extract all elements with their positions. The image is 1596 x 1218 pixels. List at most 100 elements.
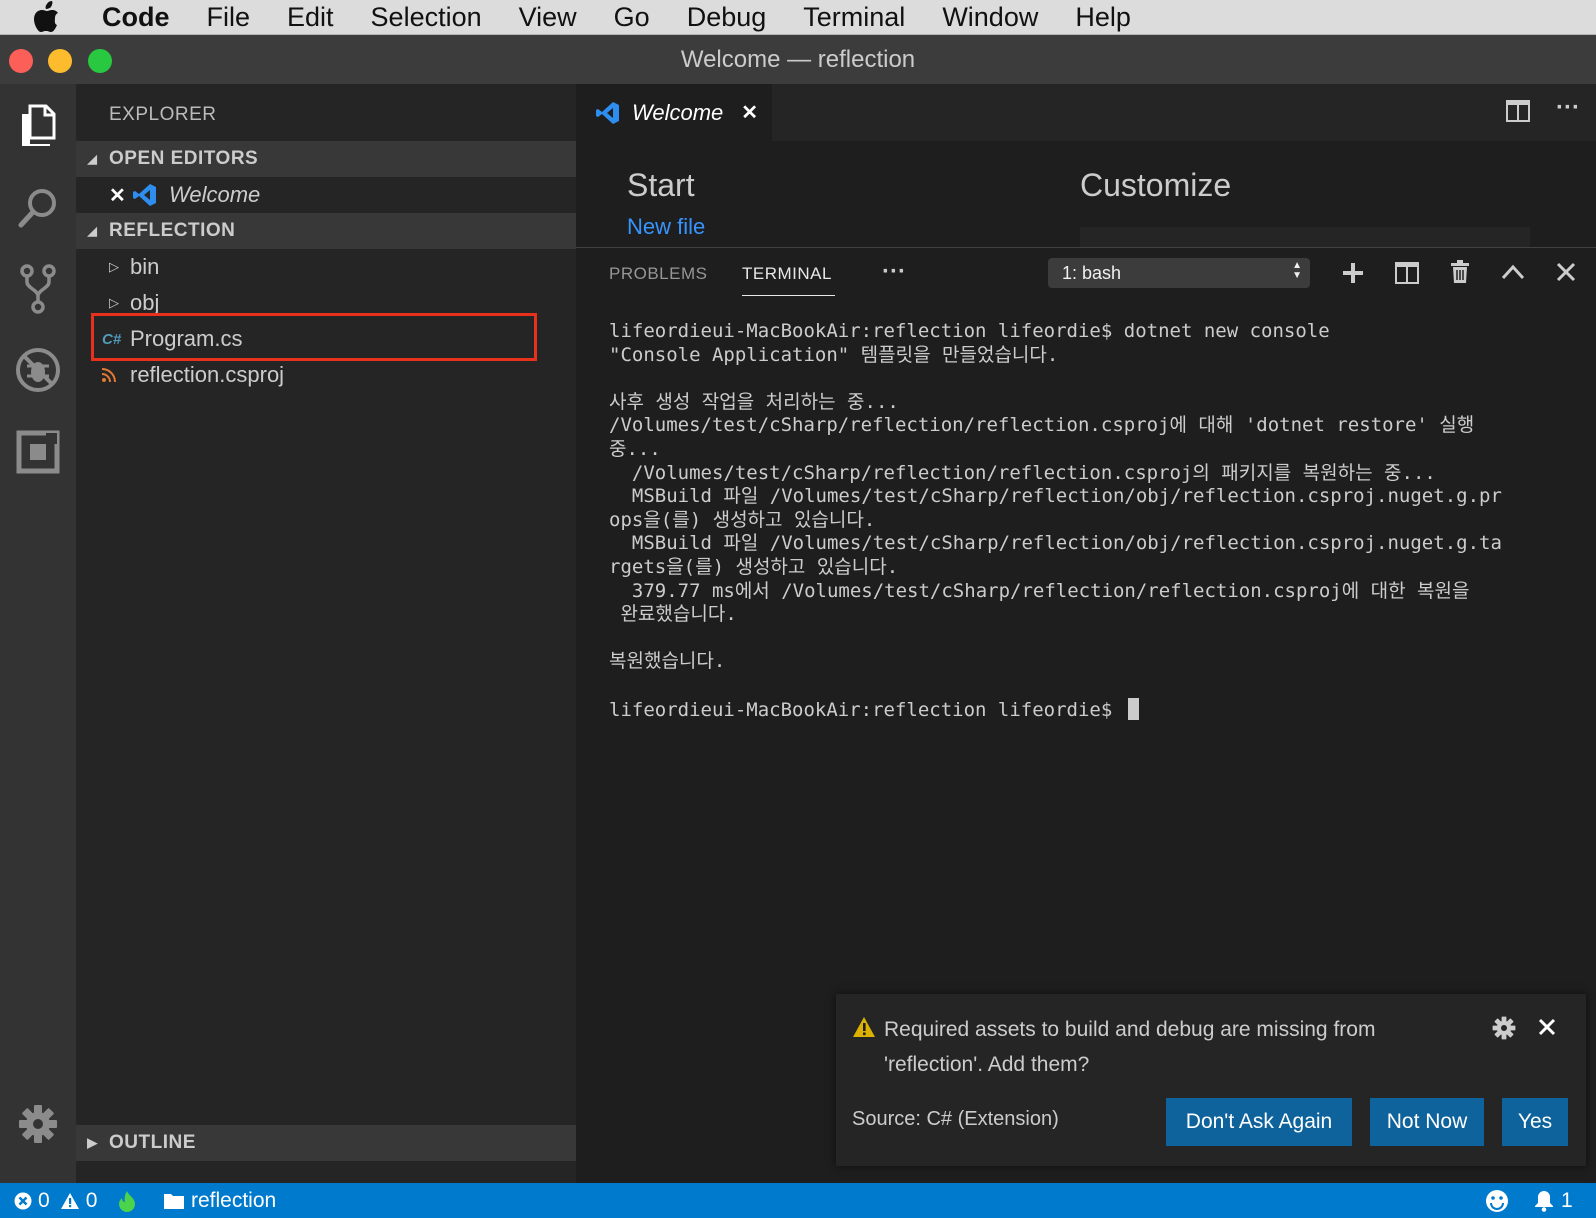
expanded-triangle-icon: ◢ (87, 152, 98, 166)
warning-count: 0 (85, 1188, 98, 1212)
vscode-logo-icon (596, 101, 620, 125)
close-window-button[interactable] (9, 49, 33, 73)
warning-icon (852, 1016, 876, 1038)
apple-icon[interactable] (32, 0, 62, 34)
feedback-smiley-icon[interactable] (1485, 1183, 1509, 1218)
bell-icon (1535, 1190, 1553, 1212)
warning-status-icon (60, 1192, 79, 1209)
menu-selection[interactable]: Selection (371, 2, 482, 33)
customize-card (1080, 227, 1530, 247)
settings-gear-icon[interactable] (10, 1096, 66, 1152)
reflection-folder-section-header[interactable]: ◢ REFLECTION (76, 213, 576, 249)
split-editor-icon[interactable] (1506, 100, 1530, 122)
source-control-icon[interactable] (10, 261, 66, 317)
search-icon[interactable] (10, 180, 66, 236)
notification-message-line1: Required assets to build and debug are m… (884, 1018, 1376, 1041)
folder-icon (164, 1193, 184, 1209)
terminal-line: MSBuild 파일 /Volumes/test/cSharp/reflecti… (609, 532, 1502, 555)
outline-label: OUTLINE (109, 1132, 196, 1153)
menu-debug[interactable]: Debug (687, 2, 767, 33)
minimize-window-button[interactable] (48, 49, 72, 73)
terminal-line: rgets을(를) 생성하고 있습니다. (609, 555, 899, 578)
terminal-select[interactable]: 1: bash ▲ ▼ (1048, 258, 1310, 288)
start-heading: Start (627, 167, 695, 203)
error-count: 0 (38, 1188, 50, 1212)
notification-close-icon[interactable] (1538, 1018, 1556, 1036)
terminal-line: "Console Application" 템플릿을 만들었습니다. (609, 343, 1059, 366)
tab-welcome[interactable]: Welcome ✕ (576, 84, 772, 141)
terminal-line: 사후 생성 작업을 처리하는 중... (609, 390, 899, 413)
error-icon (14, 1192, 32, 1209)
debug-icon[interactable] (10, 342, 66, 398)
customize-heading: Customize (1080, 167, 1232, 203)
menu-view[interactable]: View (519, 2, 577, 33)
tree-item-label: bin (130, 254, 160, 279)
new-file-link[interactable]: New file (627, 214, 705, 240)
active-tab-underline (742, 295, 835, 296)
explorer-icon[interactable] (10, 98, 66, 154)
new-terminal-icon[interactable] (1342, 262, 1364, 284)
window-title: Welcome — reflection (680, 45, 916, 73)
editor-tab-bar: Welcome ✕ ··· (576, 84, 1596, 141)
notification-message: Required assets to build and debug are m… (884, 1012, 1375, 1082)
close-panel-icon[interactable] (1556, 262, 1576, 282)
problems-status[interactable]: 0 0 (14, 1183, 97, 1218)
menu-terminal[interactable]: Terminal (803, 2, 905, 33)
expanded-triangle-icon: ◢ (87, 224, 98, 238)
yes-button[interactable]: Yes (1502, 1098, 1568, 1146)
open-editor-label: Welcome (169, 182, 261, 207)
terminal-line: 379.77 ms에서 /Volumes/test/cSharp/reflect… (609, 579, 1470, 602)
zoom-window-button[interactable] (88, 49, 112, 73)
tab-label: Welcome (632, 99, 724, 125)
status-bar: 0 0 reflection 1 (0, 1183, 1596, 1218)
tree-item-bin[interactable]: ▷ bin (76, 249, 576, 285)
collapsed-chevron-icon: ▷ (109, 259, 119, 274)
terminal-output[interactable]: lifeordieui-MacBookAir:reflection lifeor… (609, 320, 1569, 722)
menu-edit[interactable]: Edit (287, 2, 334, 33)
notifications-status[interactable]: 1 (1534, 1183, 1573, 1218)
notification-message-line2: 'reflection'. Add them? (884, 1053, 1090, 1076)
more-actions-icon[interactable]: ··· (1556, 94, 1580, 122)
tree-item-label: reflection.csproj (130, 362, 285, 387)
window-title-bar: Welcome — reflection (0, 35, 1596, 84)
select-arrows-icon: ▲ ▼ (1292, 260, 1302, 281)
rss-file-icon (102, 368, 130, 382)
panel-more-icon[interactable]: ··· (882, 258, 906, 286)
explorer-sidebar: EXPLORER ◢ OPEN EDITORS ✕ Welcome ◢ REFL… (76, 84, 576, 1183)
terminal-line: lifeordieui-MacBookAir:reflection lifeor… (609, 320, 1330, 342)
highlight-box (91, 313, 537, 361)
menu-help[interactable]: Help (1075, 2, 1131, 33)
outline-section-header[interactable]: ▶ OUTLINE (76, 1125, 576, 1161)
kill-terminal-icon[interactable] (1450, 260, 1470, 284)
tree-item-reflection-csproj[interactable]: reflection.csproj (76, 357, 576, 393)
close-tab-icon[interactable]: ✕ (741, 100, 758, 125)
terminal-line: 중... (609, 437, 661, 460)
menu-file[interactable]: File (207, 2, 251, 33)
maximize-panel-icon[interactable] (1501, 264, 1525, 280)
activity-bar (0, 84, 76, 1183)
tab-problems[interactable]: PROBLEMS (609, 264, 707, 284)
tab-terminal[interactable]: TERMINAL (742, 264, 832, 284)
dont-ask-again-button[interactable]: Don't Ask Again (1166, 1098, 1352, 1146)
notification-toast: Required assets to build and debug are m… (836, 994, 1586, 1166)
collapsed-chevron-icon: ▷ (109, 295, 119, 310)
menu-go[interactable]: Go (614, 2, 650, 33)
open-editor-item-welcome[interactable]: ✕ Welcome (76, 177, 576, 213)
menu-app-code[interactable]: Code (102, 2, 170, 33)
not-now-button[interactable]: Not Now (1370, 1098, 1484, 1146)
flame-icon[interactable] (117, 1183, 137, 1218)
notification-count: 1 (1561, 1188, 1573, 1212)
open-editors-section-header[interactable]: ◢ OPEN EDITORS (76, 141, 576, 177)
menu-window[interactable]: Window (942, 2, 1038, 33)
extensions-icon[interactable] (10, 424, 66, 480)
notification-settings-gear-icon[interactable] (1492, 1016, 1516, 1040)
terminal-line: ops을(를) 생성하고 있습니다. (609, 508, 876, 531)
vscode-logo-icon (133, 183, 157, 207)
folder-name: reflection (191, 1188, 277, 1212)
collapsed-triangle-icon: ▶ (87, 1135, 98, 1150)
folder-label: REFLECTION (109, 220, 236, 241)
folder-status[interactable]: reflection (163, 1183, 276, 1218)
close-editor-icon[interactable]: ✕ (109, 183, 131, 208)
terminal-cursor (1127, 697, 1139, 720)
split-terminal-icon[interactable] (1395, 262, 1419, 284)
